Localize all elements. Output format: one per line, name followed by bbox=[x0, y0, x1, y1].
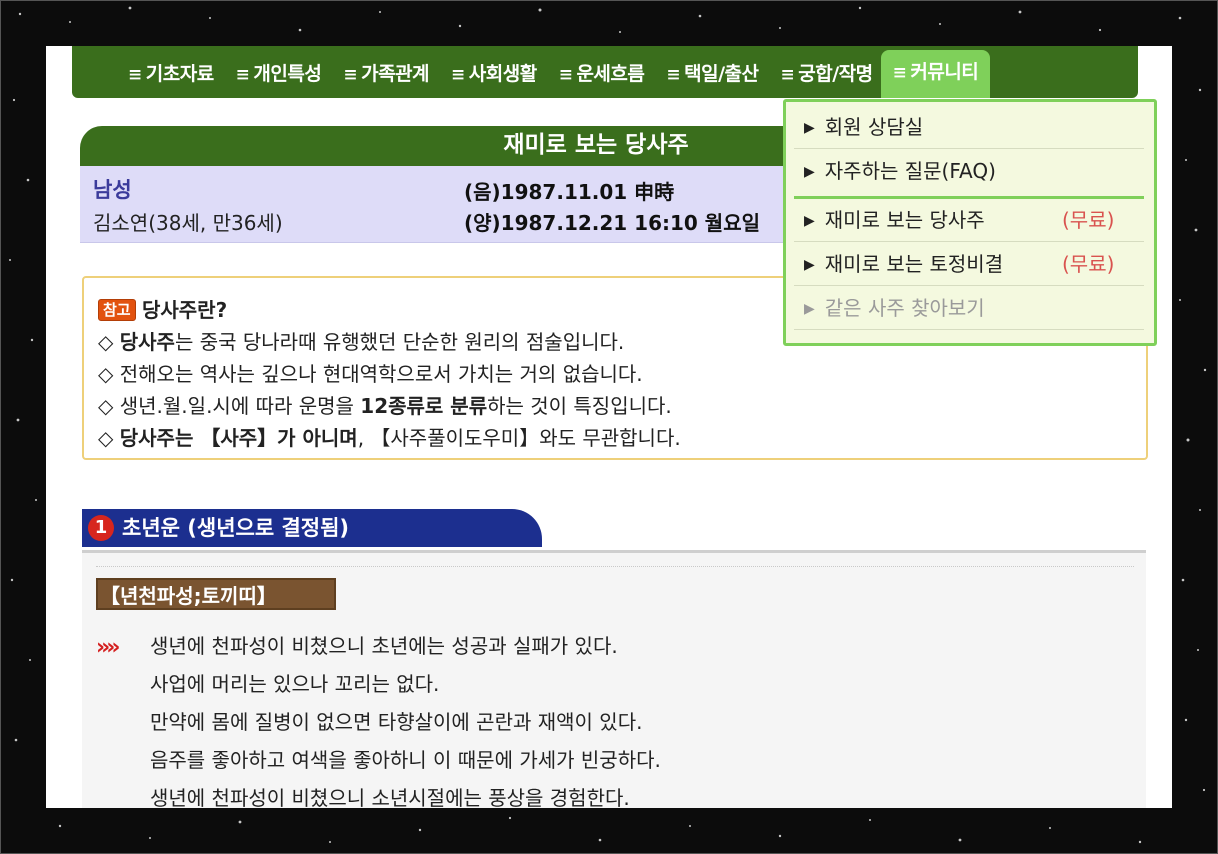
menu-icon: ≡ bbox=[780, 64, 795, 85]
nav-item-basic-data[interactable]: ≡ 기초자료 bbox=[128, 59, 214, 86]
note-text: 생년.월.일.시에 따라 운명을 bbox=[119, 394, 361, 418]
menu-icon: ≡ bbox=[451, 64, 465, 85]
dropdown-item-label: 같은 사주 찾아보기 bbox=[824, 296, 985, 320]
note-text: 하는 것이 특징입니다. bbox=[487, 394, 672, 418]
profile-gender: 남성 bbox=[93, 178, 132, 202]
dropdown-item-faq[interactable]: ▶ 자주하는 질문(FAQ) bbox=[794, 150, 1144, 193]
menu-icon: ≡ bbox=[343, 64, 358, 85]
dropdown-item-label: 회원 상담실 bbox=[824, 115, 924, 139]
double-chevron-icon: »» bbox=[96, 635, 121, 660]
note-bold: 당사주는 【사주】가 아니며 bbox=[119, 426, 358, 450]
nav-item-label: 택일/출산 bbox=[684, 62, 759, 85]
section-content: 【년천파성;토끼띠】 »» 생년에 천파성이 비쳤으니 초년에는 성공과 실패가… bbox=[82, 553, 1146, 808]
nav-item-community[interactable]: ≡ 커뮤니티 bbox=[880, 50, 991, 98]
note-bold: 당사주 bbox=[119, 330, 175, 354]
note-title: 당사주란? bbox=[141, 298, 228, 322]
year-star-label: 【년천파성;토끼띠】 bbox=[96, 578, 336, 610]
dotted-divider bbox=[96, 566, 1134, 567]
free-tag: (무료) bbox=[1062, 208, 1115, 232]
dropdown-item-label: 재미로 보는 당사주 bbox=[824, 208, 985, 232]
nav-item-label: 궁합/작명 bbox=[798, 62, 873, 85]
diamond-icon: ◇ bbox=[98, 426, 114, 450]
note-line: ◇ 전해오는 역사는 깊으나 현대역학으로서 가치는 거의 없습니다. bbox=[98, 358, 1132, 390]
nav-item-fortune-flow[interactable]: ≡ 운세흐름 bbox=[559, 59, 645, 86]
community-dropdown-menu: ▶ 회원 상담실 ▶ 자주하는 질문(FAQ) ▶ 재미로 보는 당사주 (무료) ▶ 재… bbox=[783, 99, 1157, 346]
section-title: 초년운 (생년으로 결정됨) bbox=[122, 516, 350, 540]
section-header-early-fortune: 1 초년운 (생년으로 결정됨) bbox=[82, 509, 542, 547]
dropdown-item-dangsaju[interactable]: ▶ 재미로 보는 당사주 (무료) bbox=[794, 199, 1144, 242]
fortune-line: 생년에 천파성이 비쳤으니 소년시절에는 풍상을 경험한다. bbox=[150, 786, 630, 808]
menu-icon: ≡ bbox=[235, 64, 250, 85]
note-text: , 【사주풀이도우미】와도 무관합니다. bbox=[357, 426, 681, 450]
triangle-right-icon: ▶ bbox=[804, 257, 815, 273]
diamond-icon: ◇ bbox=[98, 394, 114, 418]
fortune-line: 만약에 몸에 질병이 없으면 타향살이에 곤란과 재액이 있다. bbox=[150, 710, 643, 734]
nav-item-personal-traits[interactable]: ≡ 개인특성 bbox=[236, 59, 322, 86]
section-number-badge: 1 bbox=[88, 515, 114, 541]
triangle-right-icon: ▶ bbox=[804, 120, 815, 136]
dropdown-item-label: 자주하는 질문(FAQ) bbox=[824, 159, 996, 183]
nav-item-social-life[interactable]: ≡ 사회생활 bbox=[451, 59, 537, 86]
note-line: ◇ 당사주는 【사주】가 아니며, 【사주풀이도우미】와도 무관합니다. bbox=[98, 422, 1132, 454]
note-bold: 12종류로 분류 bbox=[360, 394, 488, 418]
diamond-icon: ◇ bbox=[98, 362, 114, 386]
nav-item-label: 개인특성 bbox=[253, 62, 322, 85]
free-tag: (무료) bbox=[1062, 252, 1115, 276]
note-text: 는 중국 당나라때 유행했던 단순한 원리의 점술입니다. bbox=[174, 330, 625, 354]
nav-item-label: 운세흐름 bbox=[576, 62, 645, 85]
fortune-text: 생년에 천파성이 비쳤으니 초년에는 성공과 실패가 있다. 사업에 머리는 있… bbox=[150, 630, 661, 808]
dropdown-item-tojeong[interactable]: ▶ 재미로 보는 토정비결 (무료) bbox=[794, 243, 1144, 286]
menu-icon: ≡ bbox=[128, 64, 142, 85]
fortune-line: 사업에 머리는 있으나 꼬리는 없다. bbox=[150, 672, 440, 696]
nav-item-label: 커뮤니티 bbox=[910, 61, 979, 83]
nav-item-label: 가족관계 bbox=[361, 62, 430, 85]
profile-solar-date: (양)1987.12.21 16:10 월요일 bbox=[464, 211, 760, 235]
triangle-right-icon: ▶ bbox=[804, 213, 815, 229]
note-line: ◇ 생년.월.일.시에 따라 운명을 12종류로 분류하는 것이 특징입니다. bbox=[98, 390, 1132, 422]
menu-icon: ≡ bbox=[558, 64, 573, 85]
nav-item-date-birth[interactable]: ≡ 택일/출산 bbox=[666, 59, 759, 86]
dropdown-item-label: 재미로 보는 토정비결 bbox=[824, 252, 1004, 276]
menu-icon: ≡ bbox=[892, 63, 907, 83]
triangle-right-icon: ▶ bbox=[804, 301, 815, 317]
triangle-right-icon: ▶ bbox=[804, 164, 815, 180]
main-nav: ≡ 기초자료 ≡ 개인특성 ≡ 가족관계 ≡ 사회생활 ≡ 운세흐름 ≡ 택일/출산 ≡ 궁합… bbox=[72, 46, 1138, 98]
note-text: 전해오는 역사는 깊으나 현대역학으로서 가치는 거의 없습니다. bbox=[119, 362, 643, 386]
diamond-icon: ◇ bbox=[98, 330, 114, 354]
dropdown-item-member-counsel[interactable]: ▶ 회원 상담실 bbox=[794, 106, 1144, 149]
nav-item-label: 사회생활 bbox=[468, 62, 537, 85]
nav-item-label: 기초자료 bbox=[145, 62, 214, 85]
profile-lunar-date: (음)1987.11.01 申時 bbox=[464, 180, 675, 204]
fortune-line: 음주를 좋아하고 여색을 좋아하니 이 때문에 가세가 빈궁하다. bbox=[150, 748, 661, 772]
profile-name-age: 김소연(38세, 만36세) bbox=[93, 211, 283, 235]
dropdown-item-find-same-saju: ▶ 같은 사주 찾아보기 bbox=[794, 287, 1144, 330]
nav-item-family[interactable]: ≡ 가족관계 bbox=[343, 59, 429, 86]
fortune-line: 생년에 천파성이 비쳤으니 초년에는 성공과 실패가 있다. bbox=[150, 634, 618, 658]
menu-icon: ≡ bbox=[666, 64, 681, 85]
reference-badge: 참고 bbox=[98, 299, 136, 321]
nav-item-compat-naming[interactable]: ≡ 궁합/작명 bbox=[780, 59, 873, 86]
